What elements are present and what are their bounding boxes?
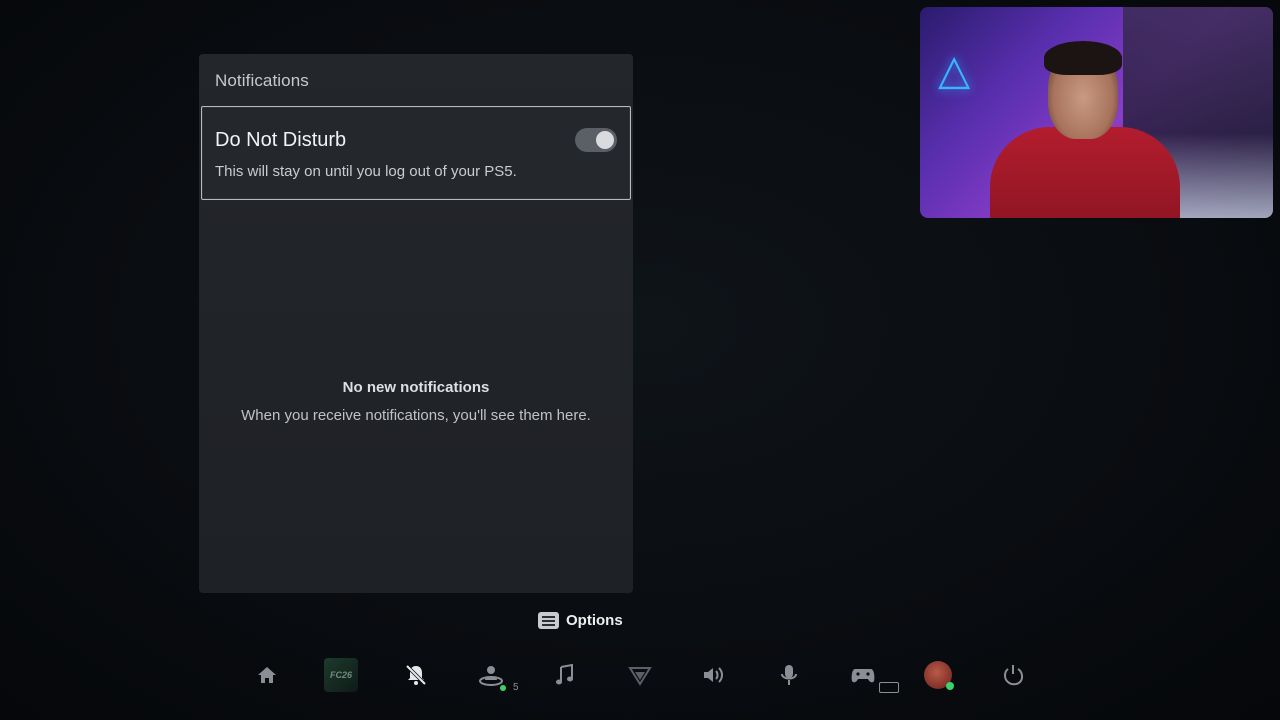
- panel-title: Notifications: [215, 71, 309, 90]
- notifications-muted-icon[interactable]: [399, 658, 433, 692]
- notifications-panel: Notifications Do Not Disturb This will s…: [199, 54, 633, 593]
- network-icon[interactable]: [623, 658, 657, 692]
- home-icon[interactable]: [250, 658, 284, 692]
- battery-icon: [879, 682, 899, 693]
- do-not-disturb-card[interactable]: Do Not Disturb This will stay on until y…: [201, 106, 631, 200]
- avatar-icon[interactable]: [921, 658, 955, 692]
- music-icon[interactable]: [548, 658, 582, 692]
- game-tile-icon[interactable]: FC26: [324, 658, 358, 692]
- online-status-dot: [946, 682, 954, 690]
- profile-avatar: [924, 661, 954, 690]
- webcam-overlay: △: [920, 7, 1273, 218]
- do-not-disturb-title: Do Not Disturb: [215, 129, 347, 151]
- controller-icon[interactable]: [846, 658, 880, 692]
- options-label: Options: [566, 611, 623, 629]
- control-center-bar: FC26 5: [0, 648, 1280, 702]
- game-tile-label: FC26: [324, 658, 358, 692]
- empty-state-message: When you receive notifications, you'll s…: [241, 407, 591, 424]
- online-indicator: [500, 685, 506, 691]
- game-base-badge: 5: [513, 682, 519, 693]
- power-icon[interactable]: [996, 658, 1030, 692]
- do-not-disturb-description: This will stay on until you log out of y…: [215, 163, 517, 180]
- empty-state-title: No new notifications: [342, 379, 490, 396]
- streamer-figure: [990, 41, 1190, 218]
- toggle-knob: [596, 131, 614, 149]
- sound-icon[interactable]: [697, 658, 731, 692]
- options-hint[interactable]: Options: [538, 609, 623, 631]
- neon-logo-icon: △: [938, 46, 971, 93]
- streamer-hoodie: [990, 127, 1180, 218]
- mic-icon[interactable]: [772, 658, 806, 692]
- do-not-disturb-toggle[interactable]: [575, 128, 617, 152]
- options-button-icon: [538, 611, 559, 629]
- streamer-hair: [1044, 41, 1122, 75]
